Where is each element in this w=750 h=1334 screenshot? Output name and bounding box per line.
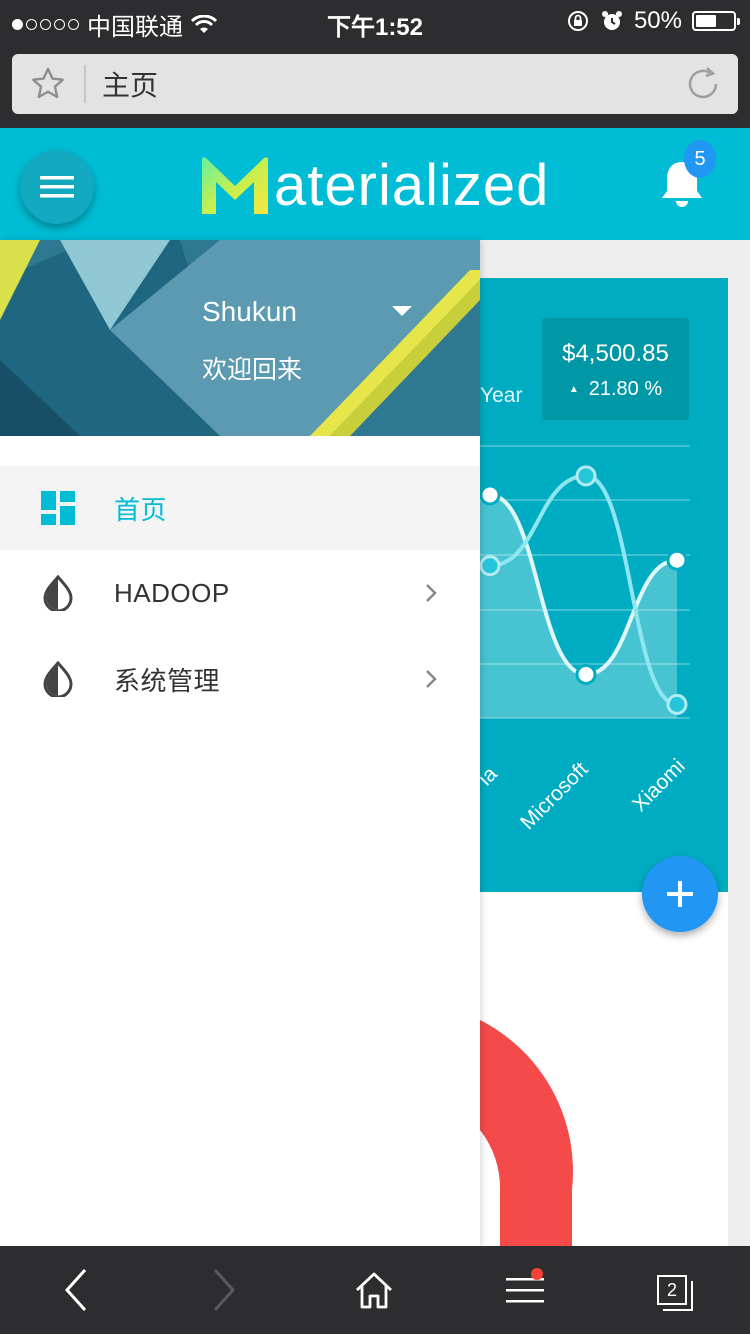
dashboard-icon <box>40 490 76 526</box>
nav-label-system: 系统管理 <box>114 665 221 696</box>
nav-list: 首页 HADOOP 系统管理 <box>0 466 480 722</box>
chart-point-s1-1 <box>575 663 597 685</box>
battery-icon <box>692 11 740 31</box>
stat-change-value: 21.80 % <box>588 378 663 400</box>
nav-item-hadoop[interactable]: HADOOP <box>0 550 480 636</box>
alarm-icon <box>601 11 622 30</box>
plus-icon <box>667 881 693 907</box>
stat-value: $4,500.85 <box>562 340 669 367</box>
trend-up-icon: ▲ <box>568 384 579 396</box>
back-button[interactable] <box>36 1246 116 1334</box>
address-text[interactable]: 主页 <box>102 64 668 104</box>
rotation-lock-icon <box>567 11 588 31</box>
nav-label-hadoop: HADOOP <box>114 577 230 608</box>
screen: 中国联通 下午1:52 50% 主页 aterialized 5 Year $4… <box>0 0 750 1334</box>
star-icon[interactable] <box>12 54 84 114</box>
add-fab-button[interactable] <box>642 856 718 932</box>
nav-label-home: 首页 <box>114 494 168 525</box>
logo-mark <box>202 157 268 214</box>
address-separator <box>84 65 86 103</box>
nav-item-home[interactable]: 首页 <box>0 466 480 550</box>
chevron-right-icon <box>424 580 442 606</box>
stat-box: $4,500.85 ▲ 21.80 % <box>542 318 689 420</box>
year-label: Year <box>480 384 523 407</box>
drawer-header: Shukun 欢迎回来 <box>0 240 480 436</box>
notification-badge: 5 <box>684 140 716 178</box>
browser-toolbar: 2 <box>0 1246 750 1334</box>
battery-percent: 50% <box>633 7 682 34</box>
home-button[interactable] <box>334 1246 414 1334</box>
drop-icon <box>40 661 76 697</box>
header-background <box>0 240 480 436</box>
chart-point-s1-2 <box>666 549 688 571</box>
status-right: 50% <box>566 7 740 35</box>
stat-change: ▲ 21.80 % <box>542 378 689 401</box>
reload-icon[interactable] <box>668 54 738 114</box>
status-bar: 中国联通 下午1:52 50% <box>0 0 750 42</box>
chart-point-s2-1 <box>575 465 597 487</box>
app-bar: aterialized <box>0 128 750 240</box>
chart-area <box>480 494 677 718</box>
address-field[interactable]: 主页 <box>12 54 738 114</box>
tabs-button[interactable]: 2 <box>632 1246 712 1334</box>
browser-address-bar: 主页 <box>0 42 750 128</box>
tabs-icon: 2 <box>657 1275 693 1311</box>
drop-icon <box>40 575 76 611</box>
line-chart <box>480 445 690 719</box>
chevron-right-icon <box>424 666 442 692</box>
menu-icon <box>40 176 74 198</box>
back-icon <box>64 1268 87 1312</box>
menu-button[interactable] <box>20 150 94 224</box>
donut-chart <box>480 1020 574 1246</box>
user-name[interactable]: Shukun <box>202 296 297 328</box>
menu-toolbar-button[interactable] <box>485 1246 565 1334</box>
home-icon <box>356 1272 392 1309</box>
nav-item-system[interactable]: 系统管理 <box>0 636 480 722</box>
chart-point-s2-0 <box>480 555 501 577</box>
forward-icon <box>213 1268 236 1312</box>
forward-button[interactable] <box>184 1246 264 1334</box>
chart-point-s2-2 <box>666 693 688 715</box>
welcome-text: 欢迎回来 <box>202 356 303 384</box>
app-logo: aterialized <box>200 150 549 220</box>
caret-down-icon[interactable] <box>392 306 412 316</box>
navigation-drawer: Shukun 欢迎回来 首页 HADOOP 系统管理 <box>0 240 480 1246</box>
notification-dot <box>531 1268 543 1280</box>
logo-text: aterialized <box>274 152 550 218</box>
chart-point-s1-0 <box>480 484 501 506</box>
